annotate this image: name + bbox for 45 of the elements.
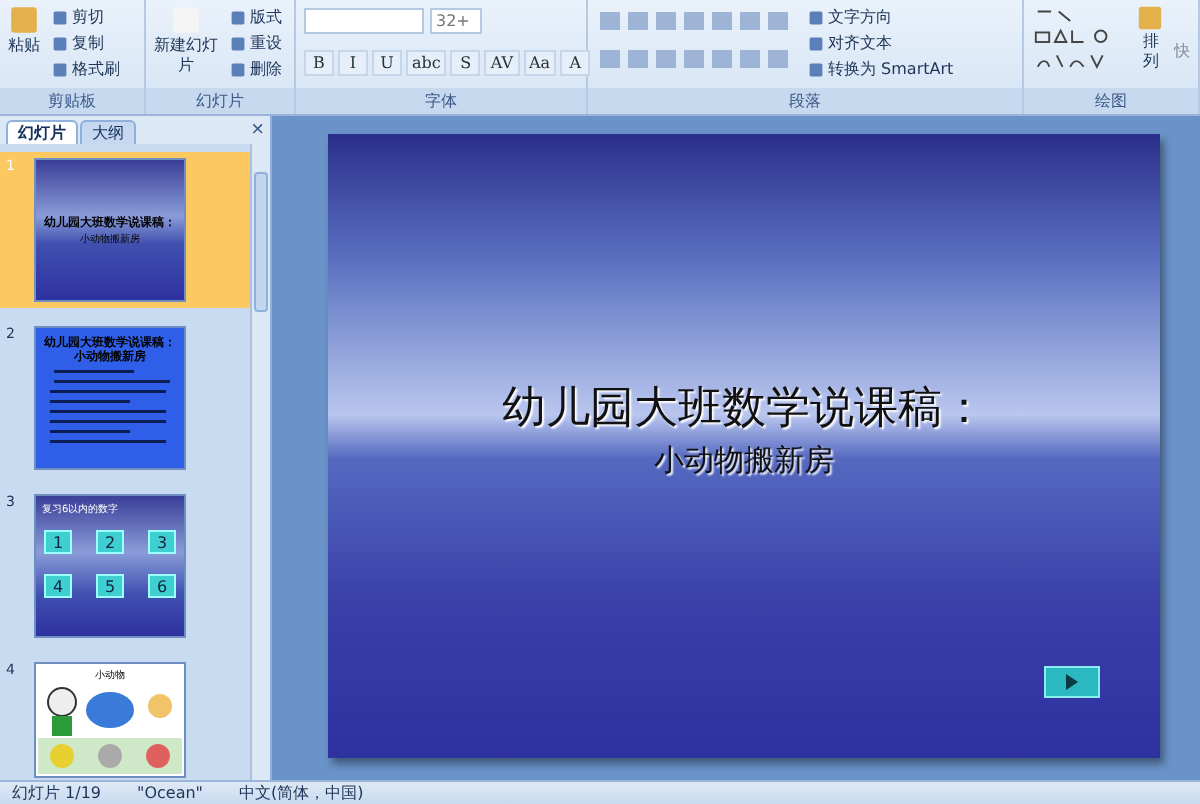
play-icon — [1064, 674, 1080, 690]
new-slide-button[interactable]: 新建幻灯片 — [154, 4, 218, 75]
paragraph-command[interactable]: 转换为 SmartArt — [804, 56, 958, 82]
next-button[interactable] — [1044, 666, 1100, 698]
slide-title: 幼儿园大班数学说课稿： — [502, 382, 986, 438]
font-format-button[interactable]: S — [450, 50, 481, 76]
clipboard-command[interactable]: 复制 — [48, 30, 124, 56]
paste-button[interactable]: 粘贴 — [8, 4, 40, 56]
slide-command[interactable]: 版式 — [226, 4, 286, 30]
slide-subtitle: 小动物搬新房 — [654, 442, 834, 480]
group-label: 字体 — [296, 88, 586, 114]
slide-command[interactable]: 重设 — [226, 30, 286, 56]
language-status: 中文(简体，中国) — [238, 782, 364, 804]
group-label: 绘图 — [1024, 88, 1198, 114]
number-tile: 2 — [96, 530, 124, 554]
slide-counter: 幻灯片 1/19 — [12, 782, 102, 804]
paragraph-command[interactable]: 对齐文本 — [804, 30, 958, 56]
group-label: 段落 — [588, 88, 1022, 114]
theme-name: "Ocean" — [137, 784, 203, 802]
font-name-field[interactable] — [304, 8, 424, 34]
number-tile: 5 — [96, 574, 124, 598]
panel-tab[interactable]: 大纲 — [80, 120, 136, 144]
font-format-button[interactable]: B — [304, 50, 334, 76]
number-tile: 4 — [44, 574, 72, 598]
font-format-button[interactable]: I — [338, 50, 368, 76]
group-label: 幻灯片 — [146, 88, 294, 114]
cartoon-animals-drawing — [38, 682, 182, 774]
font-format-button[interactable]: Aa — [523, 50, 557, 76]
number-tile: 1 — [44, 530, 72, 554]
scrollbar-thumb[interactable] — [254, 172, 268, 312]
number-tile: 3 — [148, 530, 176, 554]
font-format-button[interactable]: AV — [484, 50, 520, 76]
clipboard-command[interactable]: 剪切 — [48, 4, 124, 30]
slide-command[interactable]: 删除 — [226, 56, 286, 82]
font-size-field[interactable]: 32+ — [430, 8, 482, 34]
arrange-button[interactable]: 排列 — [1135, 4, 1166, 71]
group-label: 剪贴板 — [0, 88, 144, 114]
number-tile: 6 — [148, 574, 176, 598]
clipboard-command[interactable]: 格式刷 — [48, 56, 124, 82]
paragraph-command[interactable]: 文字方向 — [804, 4, 958, 30]
panel-tab[interactable]: 幻灯片 — [6, 120, 78, 144]
close-button[interactable]: × — [245, 118, 270, 144]
font-format-button[interactable]: U — [372, 50, 402, 76]
font-format-button[interactable]: A — [560, 50, 591, 76]
font-format-button[interactable]: abc — [406, 50, 447, 76]
